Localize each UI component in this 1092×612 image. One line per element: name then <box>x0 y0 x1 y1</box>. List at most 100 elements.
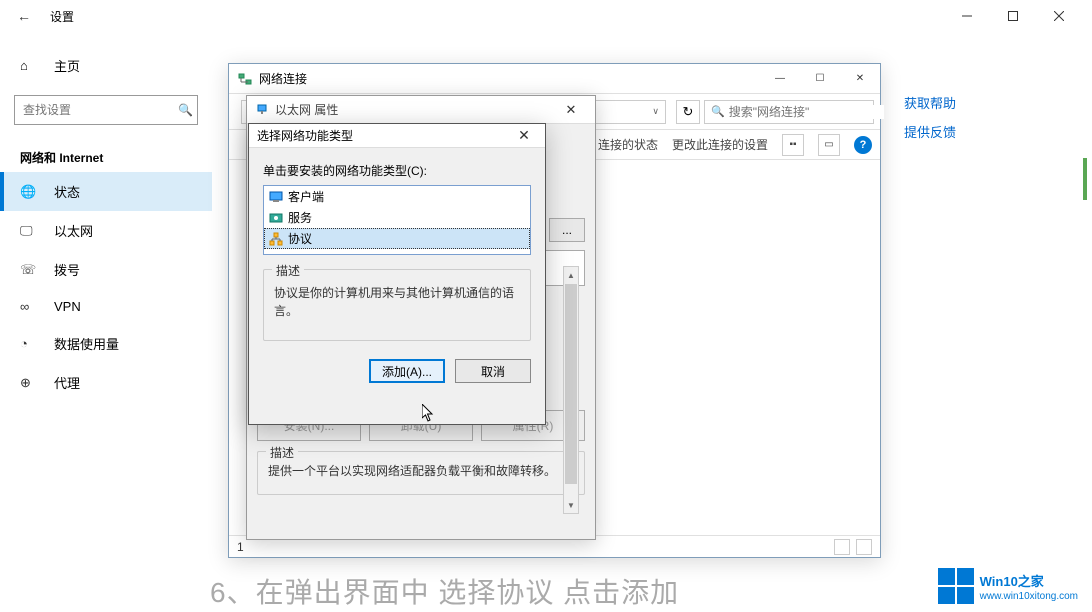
explorer-search[interactable]: 🔍 <box>704 100 874 124</box>
nav-proxy-label: 代理 <box>54 373 80 392</box>
eth-desc-text: 提供一个平台以实现网络适配器负载平衡和故障转移。 <box>268 462 574 480</box>
sel-description-group: 描述 协议是你的计算机用来与其他计算机通信的语言。 <box>263 269 531 341</box>
eth-title: 以太网 属性 <box>275 101 338 118</box>
protocol-icon <box>268 231 284 247</box>
network-icon <box>237 71 253 87</box>
nav-ethernet-label: 以太网 <box>54 221 93 240</box>
eth-close-button[interactable]: ✕ <box>555 102 587 118</box>
refresh-button[interactable]: ↻ <box>676 100 700 124</box>
explorer-titlebar: 网络连接 — ☐ ✕ <box>229 64 880 94</box>
eth-desc-legend: 描述 <box>266 444 298 461</box>
help-button[interactable]: ? <box>854 136 872 154</box>
scroll-up-arrow[interactable]: ▲ <box>564 267 578 283</box>
settings-titlebar: ← 设置 <box>0 0 1082 32</box>
help-links: 获取帮助 提供反馈 <box>904 93 956 151</box>
vpn-icon: ∞ <box>20 299 36 314</box>
minimize-button[interactable] <box>944 0 990 32</box>
home-label: 主页 <box>54 56 80 75</box>
view-button-1[interactable]: ▪▪ <box>782 134 804 156</box>
eth-titlebar: 以太网 属性 ✕ <box>247 96 595 124</box>
brand-main: Win10 <box>980 574 1018 589</box>
feedback-link[interactable]: 提供反馈 <box>904 122 956 141</box>
maximize-button[interactable] <box>990 0 1036 32</box>
get-help-link[interactable]: 获取帮助 <box>904 93 956 112</box>
view-mode-icons <box>834 539 872 555</box>
brand-sub: 之家 <box>1018 574 1044 589</box>
eth-config-button[interactable]: ... <box>549 218 585 242</box>
select-feature-dialog: 选择网络功能类型 ✕ 单击要安装的网络功能类型(C): 客户端 服务 <box>248 123 546 425</box>
nav-datausage[interactable]: ◔ 数据使用量 <box>0 324 212 363</box>
nav-dialup-label: 拨号 <box>54 260 80 279</box>
sel-close-button[interactable]: ✕ <box>511 127 537 144</box>
explorer-title: 网络连接 <box>259 70 307 87</box>
scroll-down-arrow[interactable]: ▼ <box>564 497 578 513</box>
feature-type-list[interactable]: 客户端 服务 协议 <box>263 185 531 255</box>
view-details-icon[interactable] <box>834 539 850 555</box>
nav-proxy[interactable]: ⊕ 代理 <box>0 363 212 402</box>
datausage-icon: ◔ <box>20 336 36 351</box>
nav-status[interactable]: 🌐 状态 <box>0 172 212 211</box>
nav-datausage-label: 数据使用量 <box>54 334 119 353</box>
add-button[interactable]: 添加(A)... <box>369 359 445 383</box>
close-button[interactable] <box>1036 0 1082 32</box>
home-nav[interactable]: ⌂ 主页 <box>0 48 212 83</box>
explorer-window-controls: — ☐ ✕ <box>760 65 880 93</box>
caption-text: 6、在弹出界面中 选择协议 点击添加 <box>210 571 679 611</box>
sel-desc-text: 协议是你的计算机用来与其他计算机通信的语言。 <box>274 284 520 320</box>
dialup-icon: ☏ <box>20 262 36 278</box>
nav-vpn-label: VPN <box>54 299 81 314</box>
item-count: 1 <box>237 540 244 554</box>
settings-sidebar: ⌂ 主页 🔍 网络和 Internet 🌐 状态 🖵 以太网 ☏ 拨号 <box>0 32 212 600</box>
settings-title: 设置 <box>50 8 74 25</box>
watermark-text: Win10之家 www.win10xitong.com <box>980 570 1078 602</box>
explorer-minimize[interactable]: — <box>760 65 800 93</box>
conn-status-cmd[interactable]: 连接的状态 <box>598 136 658 153</box>
tutorial-caption: 6、在弹出界面中 选择协议 点击添加 <box>0 570 1092 612</box>
status-icon: 🌐 <box>20 184 36 200</box>
client-item[interactable]: 客户端 <box>264 186 530 207</box>
section-header: 网络和 Internet <box>0 137 212 172</box>
eth-scrollbar[interactable]: ▲ ▼ <box>563 266 579 514</box>
explorer-close[interactable]: ✕ <box>840 65 880 93</box>
scroll-thumb[interactable] <box>565 284 577 484</box>
explorer-maximize[interactable]: ☐ <box>800 65 840 93</box>
service-item[interactable]: 服务 <box>264 207 530 228</box>
sel-desc-legend: 描述 <box>272 262 304 279</box>
sel-dialog-buttons: 添加(A)... 取消 <box>263 359 531 383</box>
nav-dialup[interactable]: ☏ 拨号 <box>0 250 212 289</box>
nav-status-label: 状态 <box>54 182 80 201</box>
explorer-search-input[interactable] <box>729 105 884 119</box>
service-icon <box>268 210 284 226</box>
protocol-item[interactable]: 协议 <box>264 228 530 249</box>
home-icon: ⌂ <box>20 58 36 73</box>
client-label: 客户端 <box>288 188 324 205</box>
proxy-icon: ⊕ <box>20 375 36 391</box>
sel-titlebar: 选择网络功能类型 ✕ <box>249 124 545 148</box>
search-box[interactable]: 🔍 <box>14 95 198 125</box>
protocol-label: 协议 <box>288 230 312 247</box>
windows-logo-icon <box>938 568 974 604</box>
client-icon <box>268 189 284 205</box>
view-button-2[interactable]: ▭ <box>818 134 840 156</box>
service-label: 服务 <box>288 209 312 226</box>
sel-body: 单击要安装的网络功能类型(C): 客户端 服务 协议 <box>249 148 545 397</box>
search-icon: 🔍 <box>711 105 725 118</box>
change-settings-cmd[interactable]: 更改此连接的设置 <box>672 136 768 153</box>
cancel-button[interactable]: 取消 <box>455 359 531 383</box>
ethernet-dialog-icon <box>255 103 269 117</box>
view-large-icon[interactable] <box>856 539 872 555</box>
search-input[interactable] <box>23 103 178 117</box>
nav-vpn[interactable]: ∞ VPN <box>0 289 212 324</box>
ethernet-icon: 🖵 <box>20 223 36 239</box>
back-button[interactable]: ← <box>10 8 38 24</box>
sel-instruction: 单击要安装的网络功能类型(C): <box>263 162 531 179</box>
window-controls <box>944 0 1082 32</box>
search-icon: 🔍 <box>178 103 193 117</box>
brand-url: www.win10xitong.com <box>980 591 1078 602</box>
nav-ethernet[interactable]: 🖵 以太网 <box>0 211 212 250</box>
watermark: Win10之家 www.win10xitong.com <box>938 568 1078 604</box>
scroll-indicator <box>1083 158 1087 200</box>
eth-description-group: 描述 提供一个平台以实现网络适配器负载平衡和故障转移。 <box>257 451 585 495</box>
sel-title: 选择网络功能类型 <box>257 127 353 144</box>
chevron-down-icon[interactable]: ∨ <box>652 106 659 117</box>
